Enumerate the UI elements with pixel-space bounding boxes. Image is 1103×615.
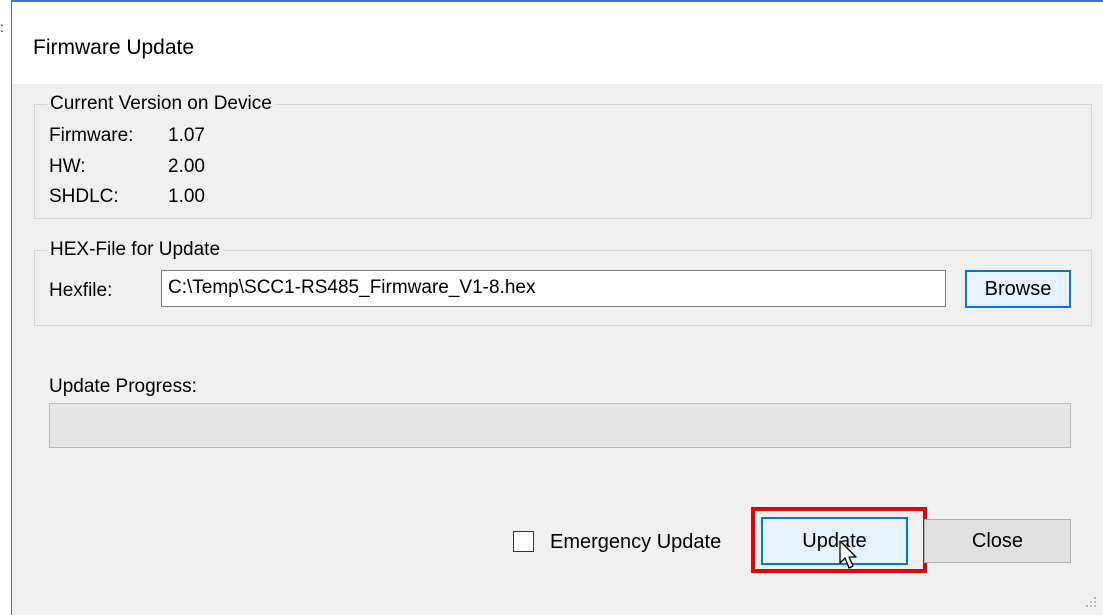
mouse-pointer-icon: [839, 540, 857, 569]
update-progress-label: Update Progress:: [49, 376, 197, 397]
hexfile-input[interactable]: C:\Temp\SCC1-RS485_Firmware_V1-8.hex: [161, 270, 946, 307]
close-button[interactable]: Close: [924, 519, 1071, 563]
hex-file-legend: HEX-File for Update: [47, 238, 224, 262]
update-progress-bar: [49, 403, 1071, 448]
hexfile-label: Hexfile:: [49, 280, 113, 301]
update-button[interactable]: Update: [761, 517, 908, 565]
hw-label: HW:: [49, 156, 86, 177]
shdlc-label: SHDLC:: [49, 186, 119, 207]
firmware-update-dialog: Firmware Update Current Version on Devic…: [12, 0, 1103, 615]
firmware-label: Firmware:: [49, 125, 134, 146]
background-window-edge: :: [0, 0, 12, 615]
window-title: Firmware Update: [33, 36, 195, 59]
background-fragment: :: [0, 19, 4, 35]
browse-button[interactable]: Browse: [965, 270, 1071, 308]
hw-value: 2.00: [168, 156, 205, 177]
close-button-label: Close: [971, 530, 1024, 552]
emergency-update-checkbox[interactable]: [513, 531, 534, 552]
browse-button-label: Browse: [984, 278, 1052, 300]
emergency-update-label[interactable]: Emergency Update: [550, 530, 721, 554]
update-button-label: Update: [802, 530, 867, 552]
resize-grip-icon[interactable]: [1082, 593, 1098, 609]
firmware-value: 1.07: [168, 125, 205, 146]
shdlc-value: 1.00: [168, 186, 205, 207]
title-bar: Firmware Update: [12, 0, 1103, 84]
current-version-legend: Current Version on Device: [47, 92, 275, 116]
